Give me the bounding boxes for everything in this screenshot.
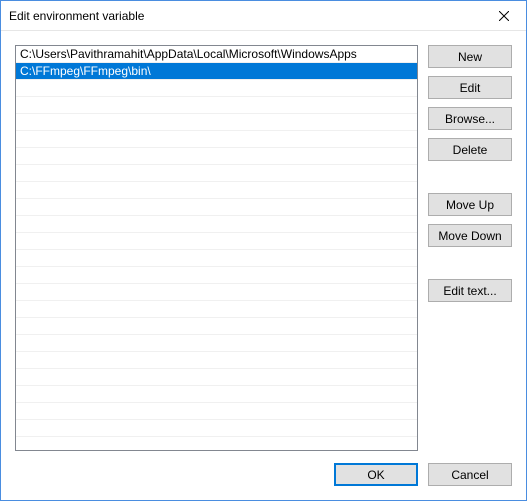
edit-button[interactable]: Edit: [428, 76, 512, 99]
edit-text-button[interactable]: Edit text...: [428, 279, 512, 302]
list-empty-row[interactable]: [16, 182, 417, 199]
spacer: [428, 255, 512, 279]
cancel-button[interactable]: Cancel: [428, 463, 512, 486]
dialog-footer: OK Cancel: [15, 451, 512, 486]
close-button[interactable]: [481, 1, 526, 30]
list-empty-row[interactable]: [16, 318, 417, 335]
dialog-window: Edit environment variable C:\Users\Pavit…: [0, 0, 527, 501]
list-empty-row[interactable]: [16, 233, 417, 250]
list-empty-row[interactable]: [16, 437, 417, 451]
delete-button[interactable]: Delete: [428, 138, 512, 161]
list-empty-row[interactable]: [16, 114, 417, 131]
close-icon: [499, 11, 509, 21]
list-empty-row[interactable]: [16, 284, 417, 301]
list-empty-row[interactable]: [16, 80, 417, 97]
browse-button[interactable]: Browse...: [428, 107, 512, 130]
list-empty-row[interactable]: [16, 386, 417, 403]
list-item[interactable]: C:\FFmpeg\FFmpeg\bin\: [16, 63, 417, 80]
list-empty-row[interactable]: [16, 369, 417, 386]
list-empty-row[interactable]: [16, 165, 417, 182]
list-empty-row[interactable]: [16, 352, 417, 369]
list-empty-row[interactable]: [16, 131, 417, 148]
list-empty-row[interactable]: [16, 97, 417, 114]
list-empty-row[interactable]: [16, 335, 417, 352]
list-empty-row[interactable]: [16, 199, 417, 216]
dialog-content: C:\Users\Pavithramahit\AppData\Local\Mic…: [1, 31, 526, 500]
move-down-button[interactable]: Move Down: [428, 224, 512, 247]
new-button[interactable]: New: [428, 45, 512, 68]
title-bar: Edit environment variable: [1, 1, 526, 31]
spacer: [428, 169, 512, 193]
list-empty-row[interactable]: [16, 148, 417, 165]
list-item[interactable]: C:\Users\Pavithramahit\AppData\Local\Mic…: [16, 46, 417, 63]
list-empty-row[interactable]: [16, 420, 417, 437]
main-row: C:\Users\Pavithramahit\AppData\Local\Mic…: [15, 45, 512, 451]
window-title: Edit environment variable: [9, 9, 481, 23]
list-empty-row[interactable]: [16, 403, 417, 420]
ok-button[interactable]: OK: [334, 463, 418, 486]
side-button-column: New Edit Browse... Delete Move Up Move D…: [428, 45, 512, 451]
list-empty-row[interactable]: [16, 267, 417, 284]
list-empty-row[interactable]: [16, 250, 417, 267]
list-empty-row[interactable]: [16, 216, 417, 233]
path-listbox[interactable]: C:\Users\Pavithramahit\AppData\Local\Mic…: [15, 45, 418, 451]
list-empty-row[interactable]: [16, 301, 417, 318]
move-up-button[interactable]: Move Up: [428, 193, 512, 216]
